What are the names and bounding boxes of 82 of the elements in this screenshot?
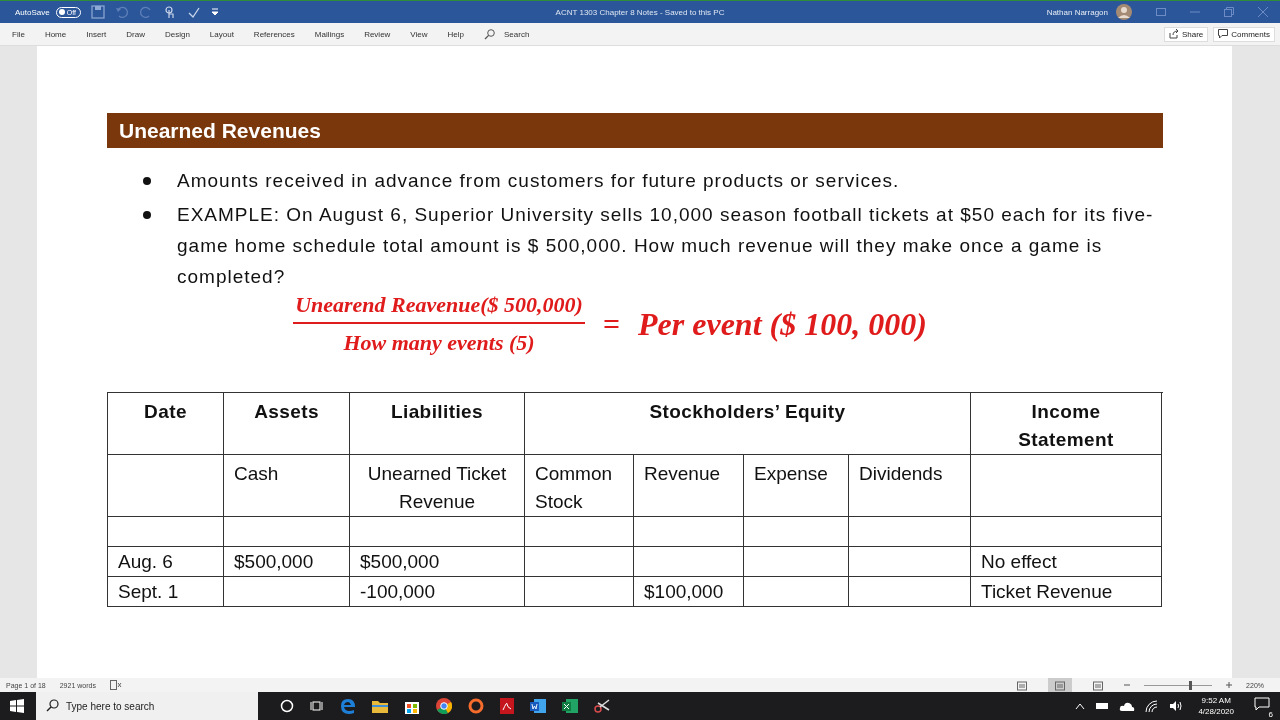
zoom-in-icon[interactable] xyxy=(1226,682,1233,688)
section-heading: Unearned Revenues xyxy=(107,113,1163,148)
table-cell: $500,000 xyxy=(224,547,350,577)
search-icon xyxy=(484,28,495,40)
bullet-text: EXAMPLE: On August 6, Superior University sells 10,000 season football tickets at $50 each for its five-game home schedule total amount is $ 500,000. How much revenue will they make once a game is completed? xyxy=(177,203,1155,289)
subcolumn-header: Common Stock xyxy=(525,455,634,517)
avatar-icon[interactable] xyxy=(1116,4,1132,20)
comment-icon xyxy=(1218,29,1229,39)
ribbon-tab[interactable]: File xyxy=(12,23,25,45)
subcolumn-header: Unearned Ticket Revenue xyxy=(350,455,525,517)
formula-numerator: Unearend Reavenue($ 500,000) xyxy=(293,292,585,324)
user-name: Nathan Narragon xyxy=(1046,7,1108,17)
subcolumn-header: Revenue xyxy=(634,455,744,517)
column-header: Date xyxy=(108,393,224,455)
table-cell: $500,000 xyxy=(350,547,525,577)
formula-denominator: How many events (5) xyxy=(343,329,535,356)
ribbon-tab[interactable]: Design xyxy=(164,23,190,45)
volume-icon[interactable] xyxy=(1169,700,1184,712)
table-cell: $100,000 xyxy=(634,577,744,607)
cloud-icon[interactable] xyxy=(1119,701,1136,711)
equals-sign: = xyxy=(602,307,621,341)
save-icon[interactable] xyxy=(90,5,105,19)
bullet-icon xyxy=(143,211,151,219)
autosave-label: AutoSave xyxy=(15,7,50,17)
bullet-icon xyxy=(143,177,151,185)
page-view-icon xyxy=(1016,681,1029,691)
ribbon-tab[interactable]: References xyxy=(253,23,295,45)
ribbon-tab[interactable]: View xyxy=(410,23,428,45)
bullet-text: Amounts received in advance from customers for future products or services. xyxy=(177,169,900,193)
origin-icon[interactable] xyxy=(468,698,484,714)
spelling-icon[interactable] xyxy=(186,5,201,19)
device-icon[interactable] xyxy=(1095,701,1110,711)
cortana-icon[interactable] xyxy=(280,699,294,713)
word-icon[interactable] xyxy=(530,698,546,714)
page-view-icon xyxy=(1092,681,1105,691)
view-button[interactable] xyxy=(1048,678,1073,692)
ribbon-tab[interactable]: Draw xyxy=(126,23,145,45)
subcolumn-header: Expense xyxy=(744,455,849,517)
table-cell: -100,000 xyxy=(350,577,525,607)
browser-icon[interactable] xyxy=(340,698,356,714)
folder-icon[interactable] xyxy=(372,699,388,713)
ribbon-tab[interactable]: Home xyxy=(44,23,67,45)
ribbon-tab[interactable]: Insert xyxy=(86,23,107,45)
comments-button[interactable]: Comments xyxy=(1213,26,1275,42)
wifi-icon[interactable] xyxy=(1145,700,1160,712)
caret-icon[interactable] xyxy=(1075,702,1086,710)
customize-icon[interactable] xyxy=(210,7,219,17)
zoom-thumb[interactable] xyxy=(1189,680,1193,690)
column-header: Liabilities xyxy=(350,393,525,455)
window-title: ACNT 1303 Chapter 8 Notes - Saved to this PC xyxy=(555,7,725,17)
start-icon[interactable] xyxy=(10,699,24,713)
column-header: Stockholders’ Equity xyxy=(525,393,971,455)
table-cell: No effect xyxy=(971,547,1162,577)
touch-mode-icon[interactable] xyxy=(162,5,177,19)
notification-icon xyxy=(1254,697,1270,711)
scissors-icon[interactable] xyxy=(594,698,610,714)
share-button[interactable]: Share xyxy=(1163,26,1209,42)
task-view-icon[interactable] xyxy=(310,699,324,713)
ribbon-tab[interactable]: Review xyxy=(364,23,391,45)
clock-date[interactable]: 4/28/2020 xyxy=(1198,706,1234,717)
taskbar-search-field[interactable]: Type here to search xyxy=(36,692,258,720)
ribbon-tab[interactable]: Layout xyxy=(209,23,234,45)
ribbon-tab[interactable]: Mailings xyxy=(314,23,345,45)
clock-time[interactable]: 9:52 AM xyxy=(1201,695,1231,706)
page-view-icon xyxy=(1054,681,1067,691)
table-cell: Aug. 6 xyxy=(108,547,224,577)
search-field[interactable]: Search xyxy=(502,28,556,40)
share-icon xyxy=(1168,29,1179,39)
formula-result: Per event ($ 100, 000) xyxy=(638,305,927,343)
column-header: Assets xyxy=(224,393,350,455)
notification-count: 6 xyxy=(1266,710,1275,719)
chrome-icon[interactable] xyxy=(436,698,452,714)
pdf-icon[interactable] xyxy=(500,698,514,714)
search-icon xyxy=(46,699,59,712)
subcolumn-header: Cash xyxy=(224,455,350,517)
column-header: Income Statement xyxy=(971,393,1162,455)
subcolumn-header: Dividends xyxy=(849,455,971,517)
table-cell: Sept. 1 xyxy=(108,577,224,607)
ribbon-tab[interactable]: Help xyxy=(447,23,464,45)
excel-icon[interactable] xyxy=(562,698,578,714)
proofing-icon[interactable] xyxy=(109,680,122,690)
table-cell: Ticket Revenue xyxy=(971,577,1162,607)
